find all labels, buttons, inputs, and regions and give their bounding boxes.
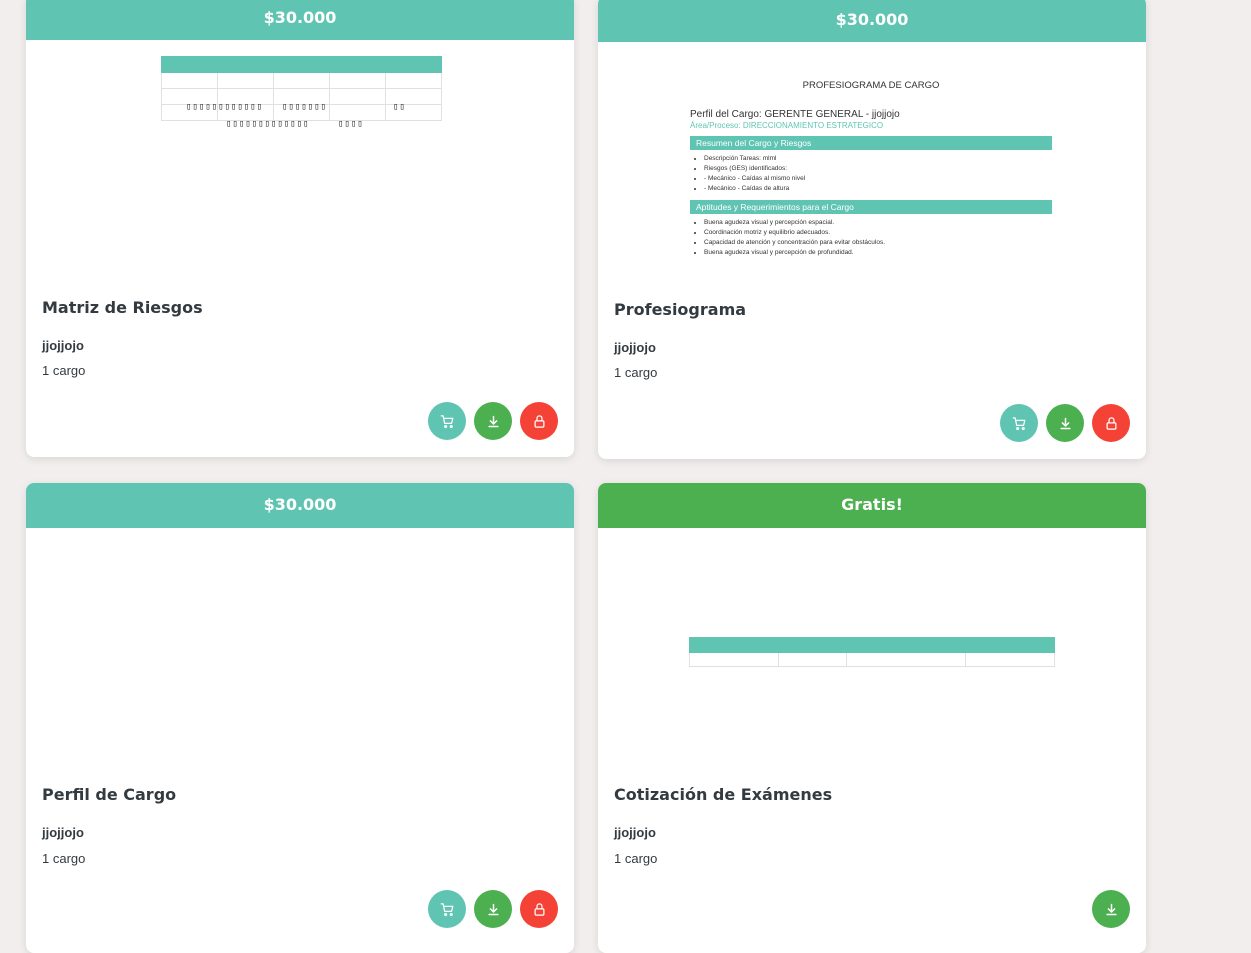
cart-icon [1012,416,1025,430]
preview-list-item: - Mecánico - Caídas de altura [704,184,1052,194]
price-banner: $30.000 [26,0,574,40]
preview-list-item: Coordinación motriz y equilibrio adecuad… [704,228,1052,238]
download-icon [1059,417,1071,429]
company-name: jjojjojo [614,340,656,355]
preview-list-item: Capacidad de atención y concentración pa… [704,238,1052,248]
preview-list-item: - Mecánico - Caídas al mismo nivel [704,174,1052,184]
download-button[interactable] [1046,404,1084,442]
cargo-count: 1 cargo [42,363,86,378]
preview-cell-text: ▯▯▯▯▯▯▯▯▯▯▯▯ [186,102,264,112]
card-actions [1092,890,1130,928]
company-name: jjojjojo [614,825,656,840]
profesiograma-preview: PROFESIOGRAMA DE CARGO Perfil del Cargo:… [690,80,1052,264]
download-button[interactable] [474,890,512,928]
download-icon [487,903,499,915]
card-title: Matriz de Riesgos [42,298,203,317]
lock-icon [534,902,544,916]
add-to-cart-button[interactable] [428,890,466,928]
download-button[interactable] [474,402,512,440]
preview-cell-text: ▯▯▯▯ [338,119,364,129]
preview-perfil: Perfil del Cargo: GERENTE GENERAL - jjoj… [690,109,900,120]
product-card-matriz: $30.000 ▯▯▯▯▯▯▯▯▯▯▯▯ ▯▯▯▯▯▯▯ ▯▯ ▯▯▯▯▯▯▯▯… [26,0,574,457]
product-card-cotizacion: Gratis! Cotización de Exámenes jjojjojo … [598,483,1146,953]
company-name: jjojjojo [42,825,84,840]
card-actions [428,402,558,440]
preview-cell-text: ▯▯ [393,102,406,112]
card-title: Profesiograma [614,300,747,319]
product-card-perfil: $30.000 Perfil de Cargo jjojjojo 1 cargo [26,483,574,953]
preview-list: Buena agudeza visual y percepción espaci… [690,218,1052,258]
price-banner: $30.000 [598,0,1146,42]
cart-icon [440,902,453,916]
lock-icon [534,414,544,428]
preview-list-item: Buena agudeza visual y percepción espaci… [704,218,1052,228]
card-actions [1000,404,1130,442]
cargo-count: 1 cargo [614,365,658,380]
lock-icon [1106,416,1116,430]
document-preview [26,528,574,771]
preview-table [689,637,1055,667]
download-icon [1105,903,1117,915]
document-preview [598,528,1146,771]
preview-list-item: Descripción Tareas: mlml [704,154,1052,164]
lock-button[interactable] [1092,404,1130,442]
preview-section-bar: Aptitudes y Requerimientos para el Cargo [690,200,1052,214]
preview-list: Descripción Tareas: mlml Riesgos (GES) i… [690,154,1052,194]
price-banner: $30.000 [26,483,574,528]
add-to-cart-button[interactable] [428,402,466,440]
download-icon [487,415,499,427]
cargo-count: 1 cargo [614,851,658,866]
lock-button[interactable] [520,402,558,440]
download-button[interactable] [1092,890,1130,928]
cart-icon [440,414,453,428]
preview-section-bar: Resumen del Cargo y Riesgos [690,136,1052,150]
lock-button[interactable] [520,890,558,928]
preview-area: Área/Proceso: DIRECCIONAMIENTO ESTRATEGI… [690,121,884,130]
preview-heading: PROFESIOGRAMA DE CARGO [802,80,940,91]
company-name: jjojjojo [42,338,84,353]
card-title: Perfil de Cargo [42,785,177,804]
preview-list-item: Riesgos (GES) identificados: [704,164,1052,174]
preview-cell-text: ▯▯▯▯▯▯▯▯▯▯▯▯▯ [226,119,310,129]
card-actions [428,890,558,928]
preview-list-item: Buena agudeza visual y percepción de pro… [704,248,1052,258]
preview-cell-text: ▯▯▯▯▯▯▯ [282,102,327,112]
document-preview: ▯▯▯▯▯▯▯▯▯▯▯▯ ▯▯▯▯▯▯▯ ▯▯ ▯▯▯▯▯▯▯▯▯▯▯▯▯ ▯▯… [26,40,574,278]
add-to-cart-button[interactable] [1000,404,1038,442]
product-card-profesiograma: $30.000 PROFESIOGRAMA DE CARGO Perfil de… [598,0,1146,459]
cargo-count: 1 cargo [42,851,86,866]
price-banner: Gratis! [598,483,1146,528]
document-preview: PROFESIOGRAMA DE CARGO Perfil del Cargo:… [598,42,1146,280]
card-title: Cotización de Exámenes [614,785,833,804]
